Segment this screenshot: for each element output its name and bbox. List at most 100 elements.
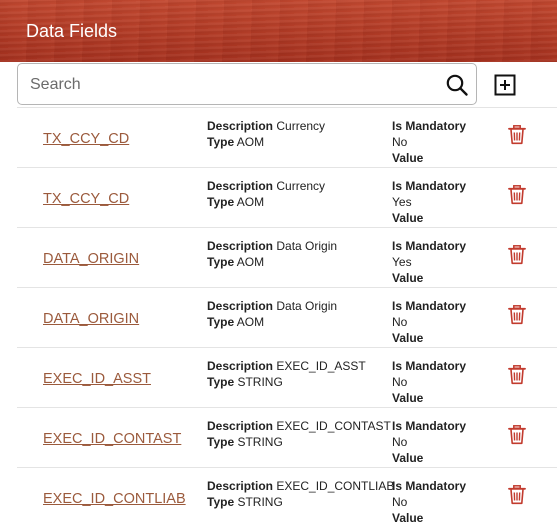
type-label: Type	[207, 495, 235, 509]
is-mandatory-label: Is Mandatory	[392, 299, 467, 313]
field-details: Description Currency Type AOM	[207, 178, 325, 210]
description-label: Description	[207, 299, 274, 313]
field-mandatory: Is Mandatory Yes Value	[392, 178, 466, 226]
type-line: Type STRING	[207, 434, 391, 450]
value-line: Value	[392, 210, 466, 226]
field-name-link[interactable]: DATA_ORIGIN	[43, 311, 139, 327]
trash-icon[interactable]	[508, 305, 526, 325]
field-details: Description EXEC_ID_CONTAST Type STRING	[207, 418, 391, 450]
description-label: Description	[207, 239, 274, 253]
description-label: Description	[207, 419, 274, 433]
trash-icon[interactable]	[508, 245, 526, 265]
description-line: Description Currency	[207, 118, 325, 134]
description-line: Description Data Origin	[207, 238, 337, 254]
description-label: Description	[207, 119, 274, 133]
field-details: Description EXEC_ID_ASST Type STRING	[207, 358, 366, 390]
field-mandatory: Is Mandatory No Value	[392, 478, 466, 526]
data-field-list: TX_CCY_CD Description Currency Type AOM …	[17, 107, 557, 527]
type-value: AOM	[236, 135, 265, 149]
description-line: Description EXEC_ID_ASST	[207, 358, 366, 374]
data-field-row: TX_CCY_CD Description Currency Type AOM …	[17, 107, 557, 168]
field-details: Description Data Origin Type AOM	[207, 238, 337, 270]
field-name-link[interactable]: TX_CCY_CD	[43, 191, 129, 207]
type-value: AOM	[236, 315, 265, 329]
description-value: Currency	[276, 119, 326, 133]
description-label: Description	[207, 359, 274, 373]
description-value: Currency	[276, 179, 326, 193]
value-line: Value	[392, 270, 466, 286]
field-mandatory: Is Mandatory No Value	[392, 358, 466, 406]
panel-title: Data Fields	[26, 21, 118, 41]
field-mandatory: Is Mandatory No Value	[392, 418, 466, 466]
value-line: Value	[392, 150, 466, 166]
trash-icon[interactable]	[508, 365, 526, 385]
field-name-link[interactable]: EXEC_ID_CONTAST	[43, 431, 181, 447]
field-mandatory: Is Mandatory No Value	[392, 118, 466, 166]
value-line: Value	[392, 330, 466, 346]
type-line: Type AOM	[207, 134, 325, 150]
field-name-link[interactable]: EXEC_ID_ASST	[43, 371, 151, 387]
type-label: Type	[207, 135, 235, 149]
description-value: Data Origin	[276, 239, 338, 253]
is-mandatory-label: Is Mandatory	[392, 359, 467, 373]
field-mandatory: Is Mandatory Yes Value	[392, 238, 466, 286]
is-mandatory-label: Is Mandatory	[392, 119, 467, 133]
search-icon[interactable]	[445, 73, 469, 97]
type-label: Type	[207, 315, 235, 329]
type-line: Type STRING	[207, 374, 366, 390]
type-value: AOM	[236, 195, 265, 209]
description-label: Description	[207, 479, 274, 493]
field-name-link[interactable]: DATA_ORIGIN	[43, 251, 139, 267]
type-label: Type	[207, 195, 235, 209]
search-input[interactable]	[30, 73, 420, 97]
data-field-row: DATA_ORIGIN Description Data Origin Type…	[17, 288, 557, 348]
type-value: STRING	[237, 435, 283, 449]
type-line: Type STRING	[207, 494, 394, 510]
description-line: Description EXEC_ID_CONTLIAB	[207, 478, 394, 494]
value-label: Value	[392, 451, 424, 465]
type-label: Type	[207, 255, 235, 269]
is-mandatory-value: Yes	[392, 255, 412, 269]
is-mandatory-label: Is Mandatory	[392, 179, 467, 193]
data-field-row: EXEC_ID_CONTAST Description EXEC_ID_CONT…	[17, 408, 557, 468]
field-details: Description Data Origin Type AOM	[207, 298, 337, 330]
value-label: Value	[392, 271, 424, 285]
type-label: Type	[207, 435, 235, 449]
description-label: Description	[207, 179, 274, 193]
type-line: Type AOM	[207, 314, 337, 330]
is-mandatory-label: Is Mandatory	[392, 239, 467, 253]
is-mandatory-value: No	[392, 135, 408, 149]
field-details: Description EXEC_ID_CONTLIAB Type STRING	[207, 478, 394, 510]
field-name-link[interactable]: EXEC_ID_CONTLIAB	[43, 491, 186, 507]
is-mandatory-value: No	[392, 315, 408, 329]
search-box[interactable]	[17, 63, 477, 105]
data-field-row: EXEC_ID_CONTLIAB Description EXEC_ID_CON…	[17, 468, 557, 527]
value-label: Value	[392, 511, 424, 525]
data-field-row: EXEC_ID_ASST Description EXEC_ID_ASST Ty…	[17, 348, 557, 408]
trash-icon[interactable]	[508, 125, 526, 145]
is-mandatory-label: Is Mandatory	[392, 419, 467, 433]
trash-icon[interactable]	[508, 485, 526, 505]
description-value: EXEC_ID_CONTLIAB	[276, 479, 395, 493]
data-field-row: TX_CCY_CD Description Currency Type AOM …	[17, 168, 557, 228]
is-mandatory-value: Yes	[392, 195, 412, 209]
value-label: Value	[392, 391, 424, 405]
trash-icon[interactable]	[508, 185, 526, 205]
value-line: Value	[392, 510, 466, 526]
is-mandatory-value: No	[392, 495, 408, 509]
field-details: Description Currency Type AOM	[207, 118, 325, 150]
trash-icon[interactable]	[508, 425, 526, 445]
add-field-button[interactable]	[493, 73, 517, 97]
type-value: STRING	[237, 375, 283, 389]
value-line: Value	[392, 390, 466, 406]
data-fields-panel: Data Fields TX_CCY_CD Description Curren…	[0, 0, 557, 527]
description-value: Data Origin	[276, 299, 338, 313]
panel-header: Data Fields	[0, 0, 557, 62]
is-mandatory-label: Is Mandatory	[392, 479, 467, 493]
description-value: EXEC_ID_CONTAST	[276, 419, 391, 433]
type-value: AOM	[236, 255, 265, 269]
field-name-link[interactable]: TX_CCY_CD	[43, 131, 129, 147]
type-line: Type AOM	[207, 254, 337, 270]
description-line: Description EXEC_ID_CONTAST	[207, 418, 391, 434]
description-line: Description Currency	[207, 178, 325, 194]
